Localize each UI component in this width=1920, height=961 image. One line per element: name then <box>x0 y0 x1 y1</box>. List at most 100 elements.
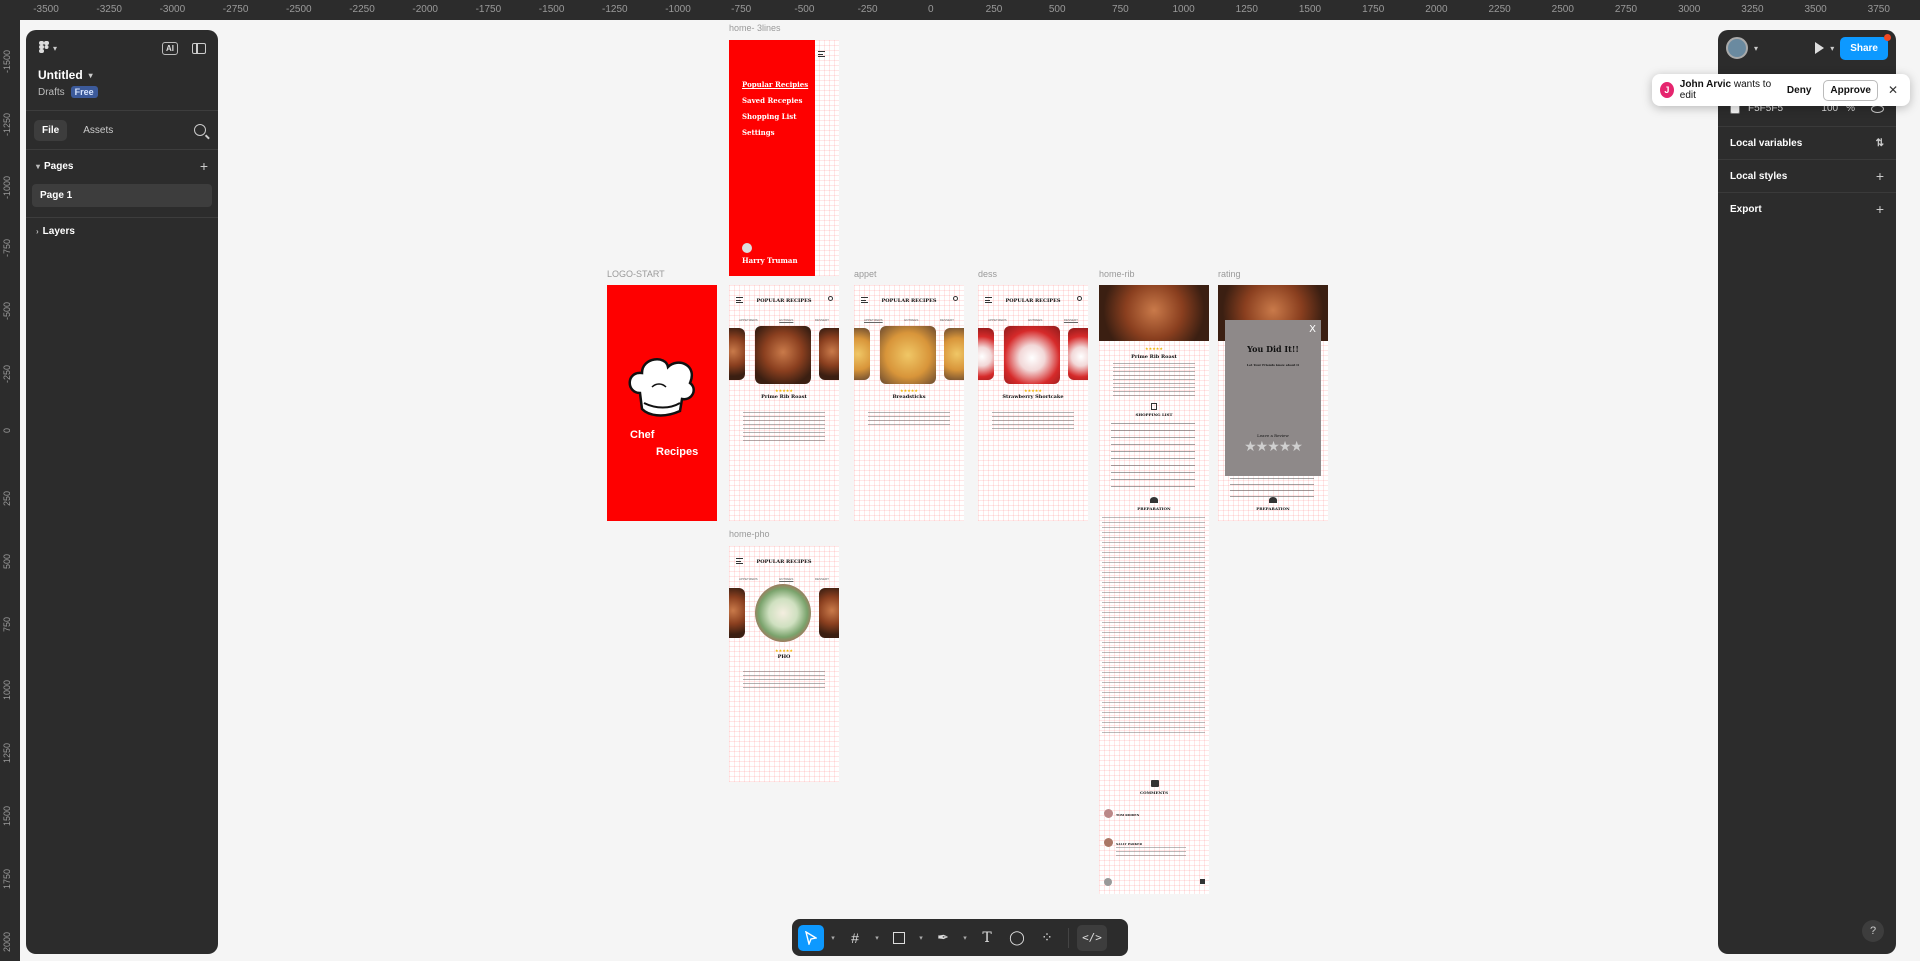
dish-image-next[interactable] <box>819 588 839 638</box>
tab-dessert[interactable]: DESSERT <box>815 577 829 581</box>
tab-file[interactable]: File <box>34 119 68 141</box>
tab-dessert[interactable]: DESSERT <box>940 318 954 322</box>
chevron-down-icon[interactable]: ▾ <box>916 934 926 942</box>
sidebar-tabs: File Assets <box>26 111 218 149</box>
variables-icon[interactable]: ⇅ <box>1876 138 1884 149</box>
menu-link-saved[interactable]: Saved Recepies <box>742 96 815 105</box>
menu-link-shopping[interactable]: Shopping List <box>742 112 815 121</box>
avatar[interactable] <box>1726 37 1748 59</box>
ruler-tick-label: 750 <box>1112 4 1129 15</box>
add-export-icon[interactable]: + <box>1876 201 1884 217</box>
toggle-sidebar-icon[interactable] <box>192 42 206 54</box>
page-item-page-1[interactable]: Page 1 <box>32 184 212 207</box>
frame-label-rating[interactable]: rating <box>1218 269 1241 279</box>
chevron-down-icon[interactable]: ▾ <box>872 934 882 942</box>
tab-entrees[interactable]: ENTREES <box>1028 318 1042 322</box>
dish-description <box>868 412 950 426</box>
tab-appetizers[interactable]: APPETIZERS <box>864 318 883 322</box>
frame-label-appet[interactable]: appet <box>854 269 877 279</box>
approve-button[interactable]: Approve <box>1823 79 1878 101</box>
frame-rating[interactable]: X You Did It!! Let Your Friends know abo… <box>1218 285 1328 521</box>
ruler-tick-label: 1250 <box>2 743 12 764</box>
share-label: Share <box>1850 42 1878 54</box>
notification-dot <box>1884 33 1891 41</box>
chef-hat-icon <box>1150 497 1158 503</box>
present-play-icon[interactable] <box>1815 42 1825 54</box>
search-icon[interactable] <box>1077 296 1082 301</box>
dish-image[interactable] <box>880 326 936 384</box>
tab-appetizers[interactable]: APPETIZERS <box>739 577 758 581</box>
search-icon[interactable] <box>194 124 206 136</box>
rectangle-tool-icon[interactable] <box>886 925 912 951</box>
components-tool-icon[interactable]: ⁘ <box>1034 925 1060 951</box>
dish-image[interactable] <box>755 584 811 642</box>
help-button[interactable]: ? <box>1862 920 1884 942</box>
dish-image-next[interactable] <box>944 328 964 380</box>
chef-hat-icon <box>628 358 695 417</box>
menu-link-settings[interactable]: Settings <box>742 128 815 137</box>
tab-assets[interactable]: Assets <box>75 120 121 141</box>
tab-appetizers[interactable]: APPETIZERS <box>739 318 758 322</box>
menu-link-popular[interactable]: Popular Recipies <box>742 80 815 89</box>
frame-home-rib[interactable]: ★★★★★ Prime Rib Roast SHOPPING LIST PREP… <box>1099 285 1209 894</box>
pen-tool-icon[interactable]: ✒ <box>930 925 956 951</box>
ai-icon[interactable]: AI <box>162 41 178 55</box>
tab-dessert[interactable]: DESSERT <box>815 318 829 322</box>
tab-entrees[interactable]: ENTREES <box>779 318 793 322</box>
text-tool-icon[interactable]: T <box>974 925 1000 951</box>
dish-image[interactable] <box>1004 326 1060 384</box>
close-icon[interactable]: ✕ <box>1884 83 1902 97</box>
dish-image-prev[interactable] <box>729 588 745 638</box>
dish-description <box>743 412 825 442</box>
chevron-down-icon[interactable]: ▾ <box>828 934 838 942</box>
dish-image-prev[interactable] <box>854 328 870 380</box>
layers-section-header[interactable]: › Layers <box>26 218 218 245</box>
move-tool-icon[interactable] <box>798 924 824 951</box>
frame-label-dess[interactable]: dess <box>978 269 997 279</box>
frame-home-3lines[interactable]: Popular Recipies Saved Recepies Shopping… <box>729 40 839 276</box>
tab-dessert[interactable]: DESSERT <box>1064 318 1078 322</box>
pages-section-header[interactable]: ▾ Pages + <box>26 150 218 182</box>
frame-tool-icon[interactable]: # <box>842 925 868 951</box>
chevron-down-icon[interactable]: ▾ <box>960 934 970 942</box>
dish-image-next[interactable] <box>1068 328 1088 380</box>
frame-label-home-rib[interactable]: home-rib <box>1099 269 1135 279</box>
main-menu-button[interactable]: ▾ <box>38 40 57 57</box>
tab-entrees[interactable]: ENTREES <box>779 577 793 581</box>
chevron-down-icon[interactable]: ▾ <box>1830 44 1834 53</box>
file-name[interactable]: Untitled ▾ <box>26 66 218 84</box>
dev-mode-toggle[interactable]: </> <box>1077 924 1107 951</box>
dish-image-next[interactable] <box>819 328 839 380</box>
frame-home-pho[interactable]: POPULAR RECIPES APPETIZERS ENTREES DESSE… <box>729 546 839 782</box>
add-page-icon[interactable]: + <box>200 158 208 174</box>
comment-tool-icon[interactable]: ◯ <box>1004 925 1030 951</box>
local-styles-row[interactable]: Local styles + <box>1718 159 1896 192</box>
share-button[interactable]: Share <box>1840 33 1891 60</box>
deny-button[interactable]: Deny <box>1781 81 1817 100</box>
plan-badge[interactable]: Free <box>70 86 98 98</box>
drafts-label[interactable]: Drafts <box>38 87 65 98</box>
frame-label-home-3lines[interactable]: home- 3lines <box>729 23 781 33</box>
frame-dess[interactable]: POPULAR RECIPES APPETIZERS ENTREES DESSE… <box>978 285 1088 521</box>
frame-home[interactable]: POPULAR RECIPES APPETIZERS ENTREES DESSE… <box>729 285 839 521</box>
frame-label-home-pho[interactable]: home-pho <box>729 529 770 539</box>
dish-image[interactable] <box>755 326 811 384</box>
dish-image-prev[interactable] <box>978 328 994 380</box>
send-icon[interactable] <box>1200 879 1205 884</box>
export-row[interactable]: Export + <box>1718 192 1896 225</box>
frame-logo-start[interactable]: Chef Recipes <box>607 285 717 521</box>
tab-entrees[interactable]: ENTREES <box>904 318 918 322</box>
add-style-icon[interactable]: + <box>1876 168 1884 184</box>
star-rating-input[interactable]: ★★★★★ <box>1225 438 1321 455</box>
dish-image-prev[interactable] <box>729 328 745 380</box>
hamburger-icon[interactable] <box>818 51 825 57</box>
chevron-down-icon[interactable]: ▾ <box>1754 44 1758 53</box>
search-icon[interactable] <box>828 296 833 301</box>
search-icon[interactable] <box>953 296 958 301</box>
frame-appet[interactable]: POPULAR RECIPES APPETIZERS ENTREES DESSE… <box>854 285 964 521</box>
tab-appetizers[interactable]: APPETIZERS <box>988 318 1007 322</box>
file-title: Untitled <box>38 68 83 82</box>
close-icon[interactable]: X <box>1309 324 1316 335</box>
local-variables-row[interactable]: Local variables ⇅ <box>1718 126 1896 159</box>
frame-label-logo-start[interactable]: LOGO-START <box>607 269 665 279</box>
